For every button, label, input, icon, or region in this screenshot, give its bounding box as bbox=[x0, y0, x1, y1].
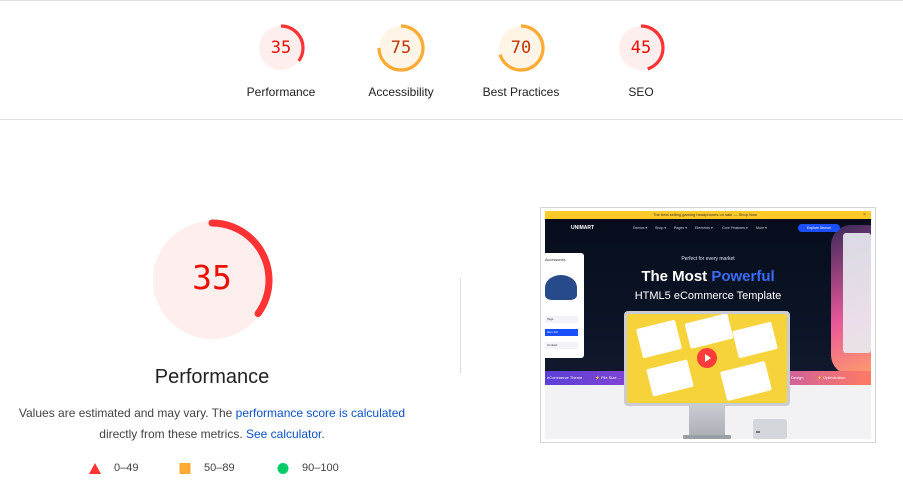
left-card-row: Contact bbox=[545, 342, 578, 349]
nav-item: Elements ▾ bbox=[695, 226, 713, 230]
nav-item: Shop ▾ bbox=[655, 226, 667, 230]
screenshot-logo: UNIMART bbox=[571, 225, 595, 231]
gauge-accessibility[interactable]: 75 Accessibility bbox=[341, 24, 461, 99]
square-icon bbox=[179, 462, 191, 474]
top-divider bbox=[0, 0, 903, 1]
desc-text-2: directly from these metrics. bbox=[99, 427, 246, 441]
left-card-row: Tags bbox=[545, 316, 578, 323]
nav-item: Pages ▾ bbox=[674, 226, 687, 230]
performance-score-large: 35 bbox=[192, 258, 232, 297]
strip-item: ⚡ File Size ... bbox=[595, 375, 621, 380]
left-card-row: Item 1/2 bbox=[545, 329, 578, 336]
gauge-score: 35 bbox=[270, 38, 292, 58]
gauge-performance[interactable]: 35 Performance bbox=[221, 24, 341, 99]
gauge-seo[interactable]: 45 SEO bbox=[581, 24, 701, 99]
screenshot-canvas: The best selling gaming headphones on sa… bbox=[545, 211, 871, 439]
gauge-ring: 35 bbox=[257, 24, 305, 72]
legend-average: 50–89 bbox=[179, 462, 235, 474]
legend-label: 90–100 bbox=[302, 462, 339, 474]
gauge-label: Accessibility bbox=[368, 85, 434, 99]
screenshot-promo-bar: The best selling gaming headphones on sa… bbox=[545, 211, 871, 219]
preview-page bbox=[684, 314, 734, 349]
performance-title: Performance bbox=[154, 366, 270, 388]
screenshot-tagline: Perfect for every market bbox=[681, 256, 735, 262]
circle-icon bbox=[277, 462, 289, 474]
desc-text-1: Values are estimated and may vary. The bbox=[18, 406, 236, 420]
strip-item: ⚡ Optimization bbox=[817, 375, 846, 380]
page-screenshot[interactable]: The best selling gaming headphones on sa… bbox=[540, 207, 876, 443]
gauge-ring: 45 bbox=[617, 24, 665, 72]
gauge-label: Best Practices bbox=[482, 85, 560, 99]
nav-item: More ▾ bbox=[756, 226, 767, 230]
gauge-label: Performance bbox=[246, 85, 316, 99]
triangle-icon bbox=[89, 462, 101, 474]
monitor-stand-base bbox=[683, 435, 731, 439]
strip-item: Design bbox=[791, 375, 804, 380]
headline-part-1: The Most bbox=[641, 268, 712, 285]
screenshot-cta: Explore Demos bbox=[798, 224, 840, 232]
gauge-ring: 75 bbox=[377, 24, 425, 72]
performance-gauge-large: 35 bbox=[150, 218, 274, 342]
preview-page bbox=[646, 359, 694, 397]
headline-part-2: Powerful bbox=[711, 268, 775, 285]
desc-text-3: . bbox=[321, 427, 325, 441]
nav-item: Demos ▾ bbox=[633, 226, 648, 230]
legend-label: 50–89 bbox=[204, 462, 235, 474]
promo-text: The best selling gaming headphones on sa… bbox=[653, 212, 758, 217]
strip-item: eCommerce Theme bbox=[547, 375, 583, 380]
vertical-divider bbox=[460, 278, 461, 373]
gauge-score: 75 bbox=[390, 38, 412, 58]
legend-fail: 0–49 bbox=[89, 462, 138, 474]
close-icon: × bbox=[863, 212, 866, 218]
nav-item: Core Features ▾ bbox=[722, 226, 748, 230]
gauge-label: SEO bbox=[628, 85, 654, 99]
preview-page bbox=[720, 360, 772, 402]
legend-label: 0–49 bbox=[114, 462, 139, 474]
screenshot-headline: The Most Powerful bbox=[545, 268, 871, 285]
gauge-score: 70 bbox=[510, 38, 532, 58]
header-divider bbox=[0, 119, 903, 120]
performance-description: Values are estimated and may vary. The p… bbox=[12, 403, 412, 445]
legend-pass: 90–100 bbox=[277, 462, 339, 474]
mac-mini-image bbox=[753, 419, 787, 439]
preview-page bbox=[635, 319, 683, 359]
gauge-score: 45 bbox=[630, 38, 652, 58]
preview-page bbox=[732, 321, 778, 359]
score-calculated-link[interactable]: performance score is calculated bbox=[236, 406, 405, 420]
screenshot-nav: UNIMART Demos ▾ Shop ▾ Pages ▾ Elements … bbox=[545, 219, 871, 237]
see-calculator-link[interactable]: See calculator bbox=[246, 427, 321, 441]
gauge-ring: 70 bbox=[497, 24, 545, 72]
monitor-screen bbox=[627, 314, 787, 403]
play-icon bbox=[697, 348, 717, 368]
screenshot-subheadline: HTML5 eCommerce Template bbox=[634, 290, 782, 302]
gauge-best-practices[interactable]: 70 Best Practices bbox=[461, 24, 581, 99]
